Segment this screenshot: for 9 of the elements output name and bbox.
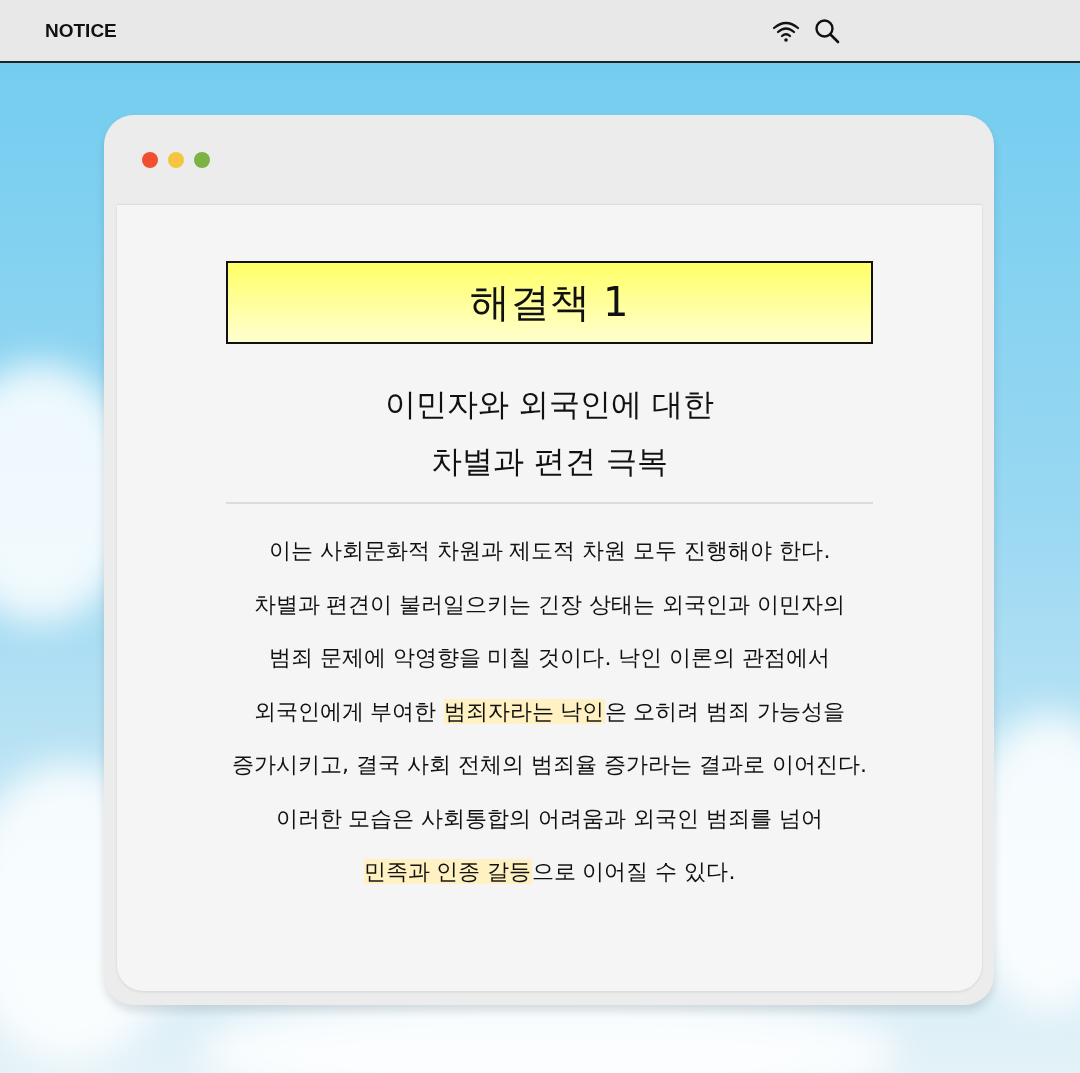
window-control-dot[interactable] <box>194 151 210 168</box>
heading-banner: 해결책 1 <box>226 261 873 344</box>
subtitle: 이민자와 외국인에 대한 차별과 편견 극복 <box>384 385 715 481</box>
wifi-icon <box>772 19 800 42</box>
window-control-dot[interactable] <box>142 151 158 168</box>
window-control-dot[interactable] <box>168 151 184 168</box>
menu-title: NOTICE <box>45 19 117 42</box>
body-paragraph: 이는 사회문화적 차원과 제도적 차원 모두 진행해야 한다. 차별과 편견이 불러일으키는 긴장 상태는 외국인과 이민자의 범죄 문제에 악영향을 미칠 것이다. 낙인 이론의 관점에서 외국인에게 부여한 범죄자라는 낙인은 오히려 범죄 가능성을 증가시키고, 결국 사회 전체의 범죄율 증가라는 결과로 이어진다. 이러한 모습은 사회통합의 어려움과 외국인 범죄를 넘어 민족과 인종 갈등으로 이어질 수 있다. <box>232 537 867 886</box>
search-icon[interactable] <box>814 17 840 44</box>
